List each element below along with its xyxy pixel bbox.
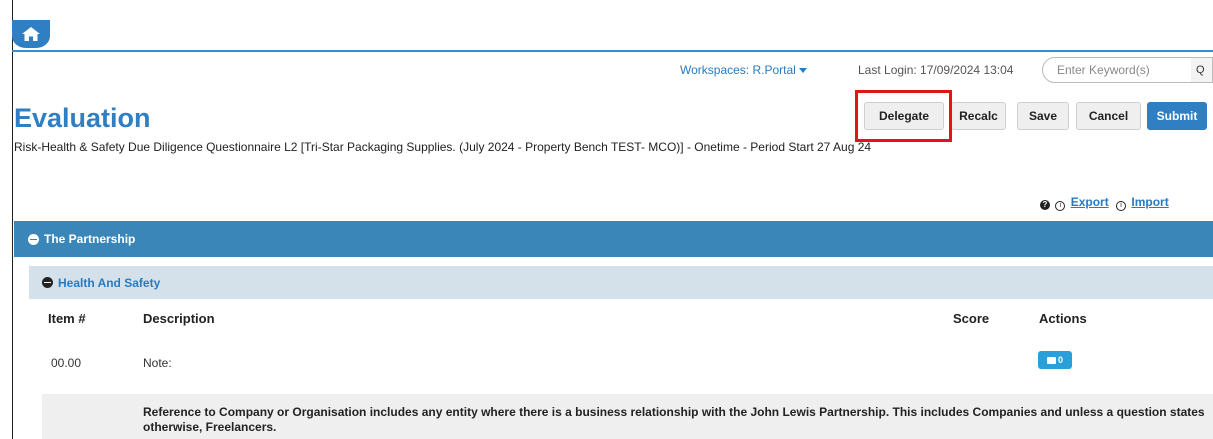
subsection-title: Health And Safety [58, 275, 161, 290]
column-header-item: Item # [48, 311, 86, 326]
header-divider [12, 50, 1213, 52]
home-icon [22, 27, 40, 41]
recalc-button[interactable]: Recalc [951, 102, 1006, 130]
frame-border [12, 0, 1211, 439]
search-input[interactable] [1042, 57, 1192, 83]
caret-down-icon [798, 68, 807, 74]
comment-icon [1046, 356, 1056, 364]
item-number: 00.00 [51, 356, 82, 370]
page-title: Evaluation [14, 103, 151, 133]
page-subtitle: Risk-Health & Safety Due Diligence Quest… [14, 140, 872, 154]
import-link[interactable]: Import [1131, 195, 1168, 209]
section-title: The Partnership [44, 232, 136, 246]
collapse-icon[interactable] [28, 233, 39, 245]
subsection-header-health-safety[interactable]: Health And Safety [29, 266, 1213, 299]
help-icon[interactable]: ? [1040, 200, 1050, 210]
info-icon[interactable]: i [1116, 201, 1127, 211]
utility-links: ? i Export i Import [1040, 195, 1173, 211]
column-header-description: Description [143, 311, 215, 326]
item-description: Note: [143, 356, 172, 370]
submit-button[interactable]: Submit [1147, 102, 1207, 130]
search-button[interactable]: Q [1191, 57, 1213, 83]
column-header-actions: Actions [1039, 311, 1087, 326]
note-text: Reference to Company or Organisation inc… [143, 405, 1205, 434]
export-link[interactable]: Export [1071, 195, 1109, 209]
cancel-button[interactable]: Cancel [1076, 102, 1141, 130]
workspaces-dropdown[interactable]: Workspaces: R.Portal [680, 63, 807, 77]
info-icon[interactable]: i [1055, 201, 1066, 211]
section-header-partnership[interactable]: The Partnership [14, 221, 1213, 257]
workspaces-label: Workspaces: R.Portal [680, 63, 796, 77]
comment-button[interactable]: 0 [1038, 351, 1072, 369]
collapse-icon[interactable] [42, 277, 53, 288]
comment-count: 0 [1057, 355, 1063, 365]
home-button[interactable] [12, 20, 50, 48]
top-bar [0, 0, 1213, 51]
column-header-score: Score [953, 311, 990, 326]
highlight-annotation [855, 90, 952, 142]
last-login: Last Login: 17/09/2024 13:04 [858, 63, 1014, 77]
save-button[interactable]: Save [1017, 102, 1069, 130]
